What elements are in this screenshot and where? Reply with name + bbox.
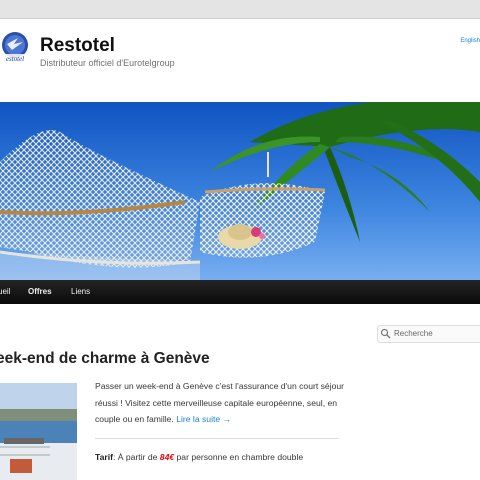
site-title[interactable]: Restotel [40, 35, 115, 57]
read-more-link[interactable]: Lire la suite → [176, 414, 231, 424]
search-input[interactable] [394, 327, 480, 340]
site-description: Distributeur officiel d'Eurotelgroup [40, 58, 175, 68]
tarif-prefix: À partir de [115, 452, 160, 462]
tarif-price: 84€ [159, 452, 175, 462]
tarif-suffix: par personne en chambre double [174, 452, 304, 462]
search-icon [380, 328, 391, 339]
header-banner-image [0, 102, 480, 280]
restotel-logo[interactable]: estotel [0, 30, 32, 64]
tarif-line: Tarif: À partir de 84€ par personne en c… [95, 452, 304, 462]
tarif-label: Tarif [95, 452, 113, 462]
separator [95, 438, 339, 439]
nav-item-offres[interactable]: Offres [28, 287, 52, 296]
post-excerpt: Passer un week-end à Genève c'est l'assu… [95, 378, 345, 428]
language-link-english[interactable]: English [460, 38, 480, 44]
post-thumbnail-geneve[interactable] [0, 383, 77, 480]
main-navigation: ueil Offres Liens [0, 280, 480, 304]
browser-top-bar [0, 0, 480, 19]
svg-text:estotel: estotel [6, 55, 24, 63]
nav-item-accueil[interactable]: ueil [0, 287, 10, 296]
post-title[interactable]: eek-end de charme à Genève [0, 350, 210, 368]
search-box[interactable] [377, 325, 480, 343]
nav-item-liens[interactable]: Liens [71, 287, 90, 296]
